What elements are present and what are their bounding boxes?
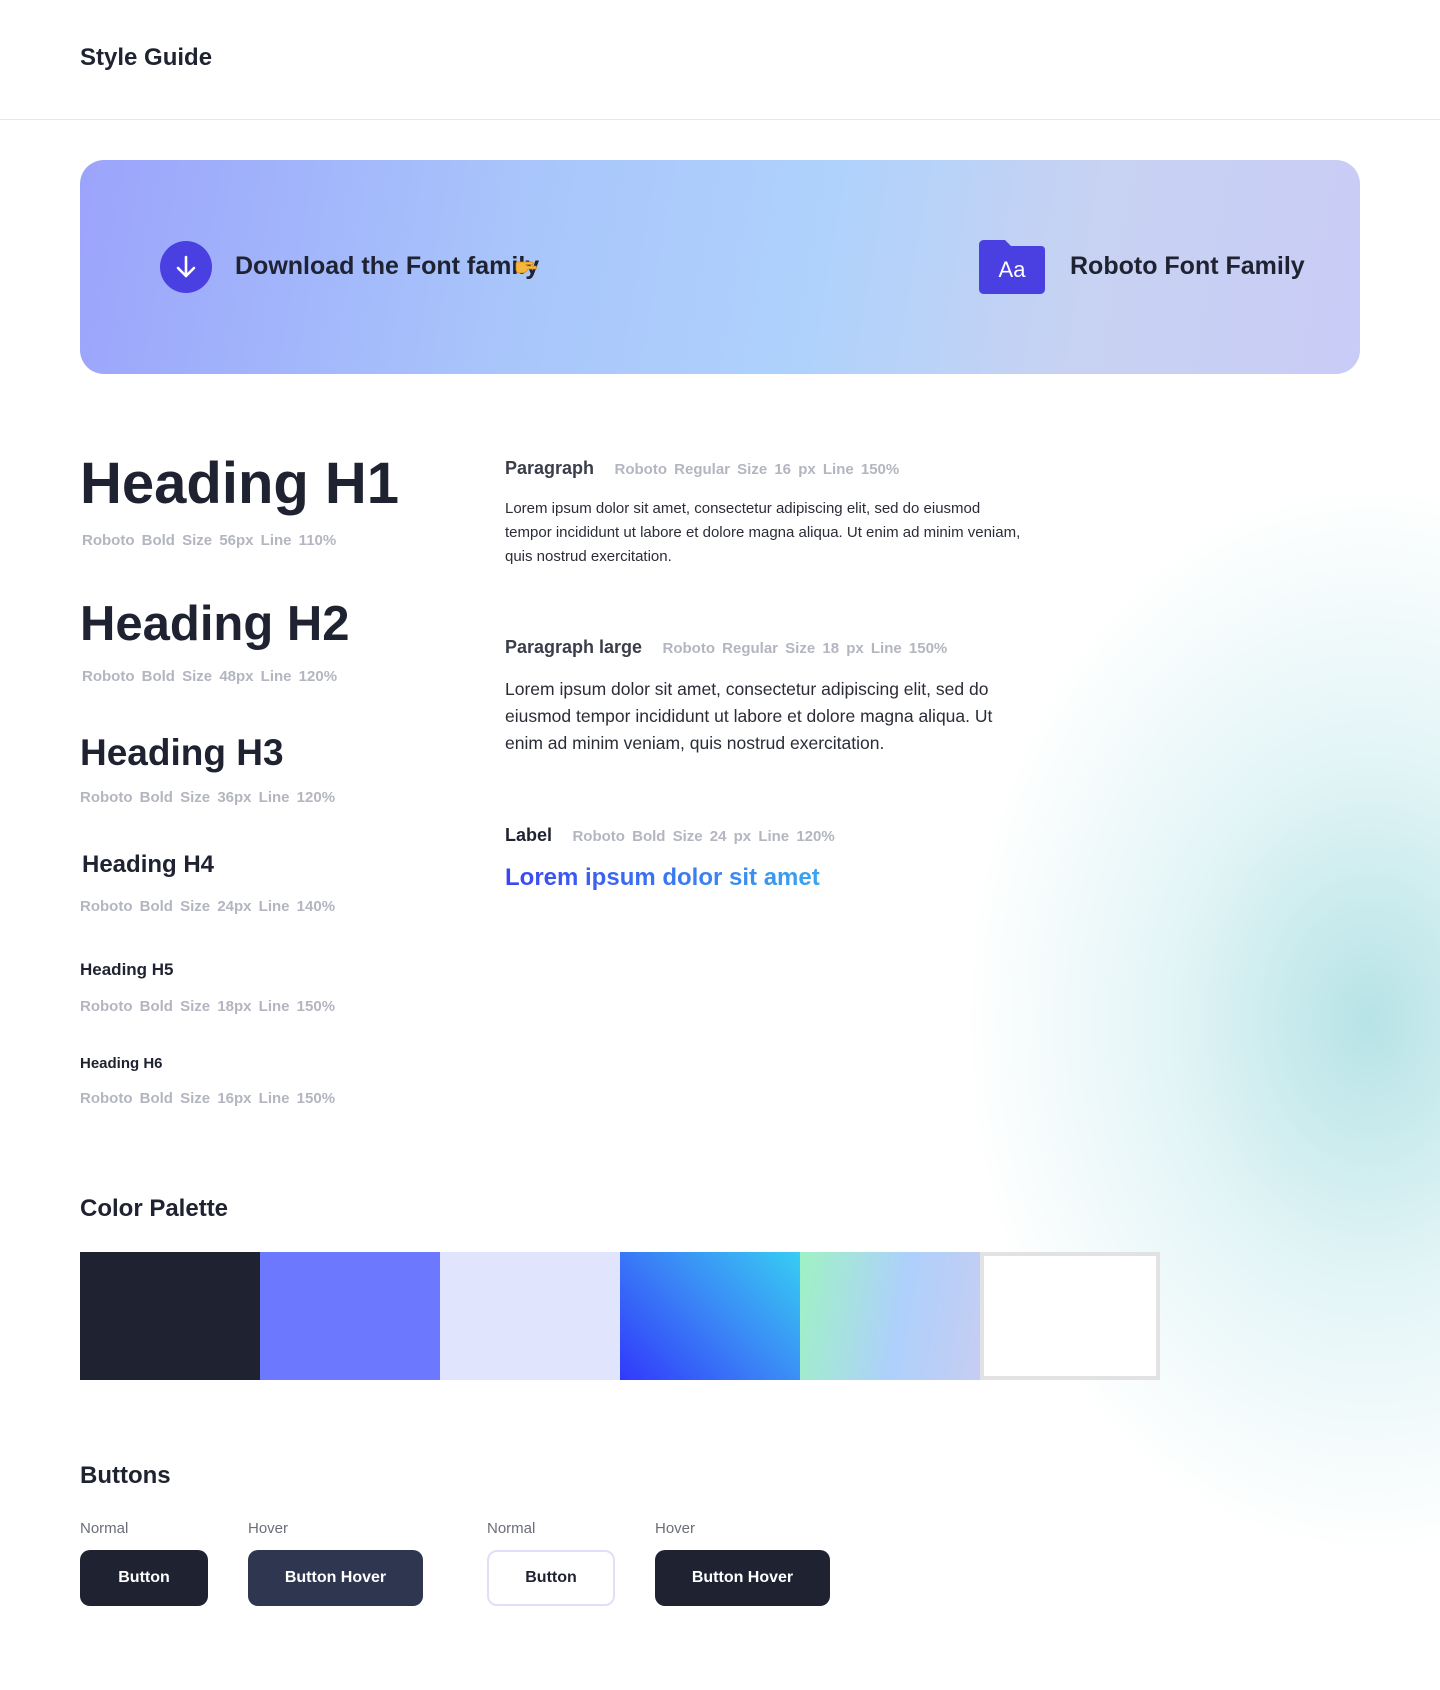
font-icon-text: Aa [999,257,1027,282]
heading-h5-sample: Heading H5 Roboto Bold Size 18px Line 15… [80,960,335,1015]
label-name: Label [505,825,553,845]
heading-h1-meta: Roboto Bold Size 56px Line 110% [82,531,337,549]
heading-h5-meta: Roboto Bold Size 18px Line 150% [80,998,336,1016]
button-outline-normal: Normal Button [487,1520,615,1606]
paragraph-large-header: Paragraph large Roboto Regular Size 18 p… [505,637,1025,658]
paragraph-large-spec: Roboto Regular Size 18 px Line 150% [662,640,948,657]
font-family-name: Roboto Font Family [1070,252,1305,280]
primary-button[interactable]: Button [80,1550,208,1606]
paragraph-large-text: Lorem ipsum dolor sit amet, consectetur … [505,679,993,754]
outline-button-hover[interactable]: Button Hover [655,1550,830,1606]
top-header: Style Guide [0,0,1440,120]
paragraph-sample: Paragraph Roboto Regular Size 16 px Line… [505,458,1025,569]
heading-h4-meta: Roboto Bold Size 24px Line 140% [80,897,336,915]
heading-h5: Heading H5 [80,960,174,979]
button-state-label: Normal [80,1520,129,1537]
swatch-dark [80,1252,260,1380]
color-palette-title: Color Palette [80,1195,229,1222]
font-download-banner: Download the Font family Aa Roboto Font … [80,160,1360,374]
arrow-down-icon [176,255,196,278]
paragraph-large-sample: Paragraph large Roboto Regular Size 18 p… [505,637,1025,757]
buttons-title: Buttons [80,1462,171,1489]
heading-h1: Heading H1 [80,451,400,516]
button-state-label: Normal [487,1520,536,1537]
heading-h1-sample: Heading H1 Roboto Bold Size 56px Line 11… [80,452,399,549]
download-font-link[interactable]: Download the Font family [235,252,539,281]
heading-h4-sample: Heading H4 Roboto Bold Size 24px Line 14… [80,851,335,915]
swatch-light [440,1252,620,1380]
heading-h6: Heading H6 [80,1055,163,1072]
swatch-pastel-gradient [800,1252,980,1380]
primary-button-hover[interactable]: Button Hover [248,1550,423,1606]
label-header: Label Roboto Bold Size 24 px Line 120% [505,825,1025,846]
button-state-label: Hover [248,1520,289,1537]
heading-h2-sample: Heading H2 Roboto Bold Size 48px Line 12… [80,597,350,685]
paragraph-header: Paragraph Roboto Regular Size 16 px Line… [505,458,1025,479]
label-sample: Label Roboto Bold Size 24 px Line 120% L… [505,825,1025,892]
label-text: Lorem ipsum dolor sit amet [505,864,820,891]
swatch-primary [260,1252,440,1380]
heading-h2-meta: Roboto Bold Size 48px Line 120% [82,667,338,685]
heading-h3-meta: Roboto Bold Size 36px Line 120% [80,788,336,806]
button-outline-hover: Hover Button Hover [655,1520,830,1606]
style-guide-page: Style Guide Download the Font family Aa … [0,0,1440,1690]
font-folder-icon: Aa [979,240,1045,294]
heading-h3: Heading H3 [80,732,284,773]
download-button[interactable] [160,241,212,293]
page-title: Style Guide [80,44,213,71]
heading-h4: Heading H4 [82,851,215,878]
pointing-hand-icon [515,261,537,274]
paragraph-text: Lorem ipsum dolor sit amet, consectetur … [505,500,1021,565]
background-glow [960,480,1440,1560]
outline-button[interactable]: Button [487,1550,615,1606]
heading-h2: Heading H2 [80,597,350,651]
color-palette [80,1252,1160,1380]
heading-h3-sample: Heading H3 Roboto Bold Size 36px Line 12… [80,732,336,806]
button-primary-hover: Hover Button Hover [248,1520,423,1606]
swatch-blue-gradient [620,1252,800,1380]
heading-h6-meta: Roboto Bold Size 16px Line 150% [80,1090,336,1107]
label-spec: Roboto Bold Size 24 px Line 120% [572,828,835,845]
paragraph-spec: Roboto Regular Size 16 px Line 150% [614,461,900,478]
paragraph-large-name: Paragraph large [505,637,643,657]
heading-h6-sample: Heading H6 Roboto Bold Size 16px Line 15… [80,1055,335,1107]
button-primary-normal: Normal Button [80,1520,208,1606]
button-state-label: Hover [655,1520,696,1537]
paragraph-name: Paragraph [505,458,595,478]
swatch-white [980,1252,1160,1380]
